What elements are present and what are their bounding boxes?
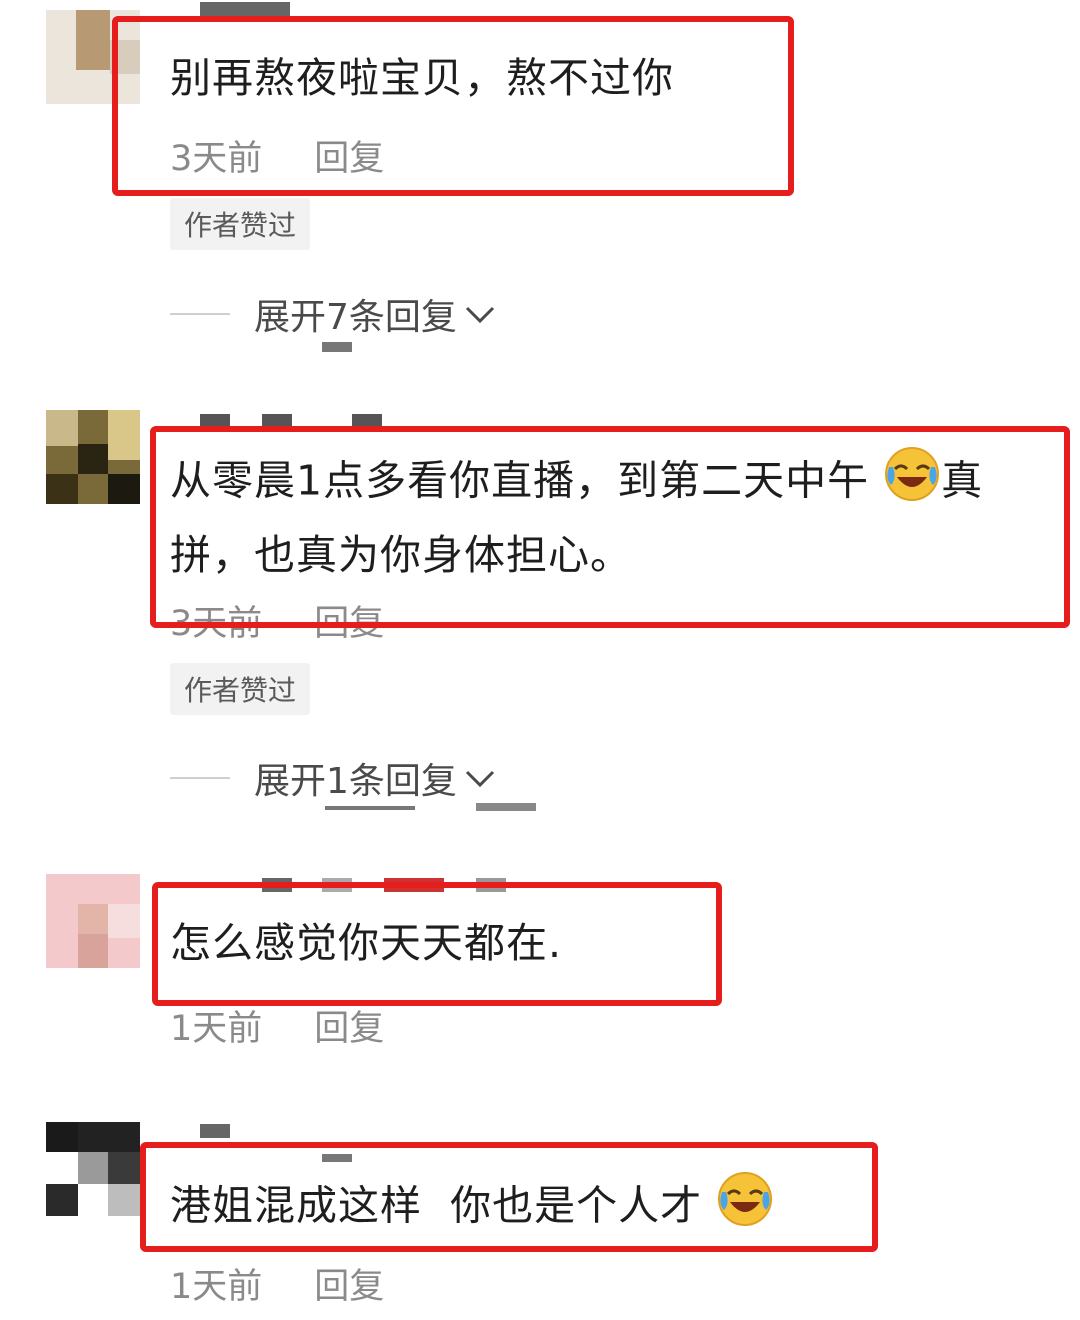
- username-blurred: [262, 414, 292, 428]
- comment-meta: 3天前 回复: [170, 595, 384, 646]
- timestamp: 1天前: [170, 1267, 263, 1307]
- username-blurred: [262, 878, 292, 892]
- divider-line: [170, 313, 230, 315]
- laughing-crying-emoji-icon: [716, 1170, 774, 1247]
- comment-text-line1: 从零晨1点多看你直播，到第二天中午: [170, 456, 870, 505]
- timestamp: 3天前: [170, 604, 263, 644]
- author-liked-badge: 作者赞过: [170, 663, 311, 715]
- comment-meta: 1天前 回复: [170, 1258, 384, 1309]
- timestamp: 3天前: [170, 139, 263, 179]
- laughing-crying-emoji-icon: [883, 445, 941, 522]
- reply-button[interactable]: 回复: [314, 139, 384, 179]
- expand-replies-button[interactable]: 展开1条回复: [170, 752, 497, 804]
- blur-mark: [322, 342, 352, 352]
- username-blurred: [476, 878, 506, 892]
- blur-mark: [325, 806, 415, 810]
- avatar[interactable]: [46, 874, 140, 968]
- avatar[interactable]: [46, 1122, 140, 1216]
- avatar[interactable]: [46, 10, 140, 104]
- expand-replies-button[interactable]: 展开7条回复: [170, 288, 497, 340]
- comment-text: 怎么感觉你天天都在.: [170, 919, 563, 967]
- chevron-down-icon: [463, 758, 497, 799]
- username-blurred: [322, 878, 352, 892]
- blur-mark: [476, 803, 536, 811]
- comment-meta: 3天前 回复: [170, 130, 384, 181]
- expand-replies-label: 展开7条回复: [254, 297, 457, 338]
- username-blurred: [352, 414, 382, 428]
- reply-button[interactable]: 回复: [314, 604, 384, 644]
- timestamp: 1天前: [170, 1009, 263, 1049]
- comment-text: 港姐混成这样 你也是个人才: [170, 1170, 774, 1247]
- comment-text: 别再熬夜啦宝贝，熬不过你: [170, 54, 674, 102]
- username-blurred: [200, 414, 230, 428]
- username-blurred: [200, 2, 290, 16]
- comment-text: 从零晨1点多看你直播，到第二天中午 真 拼，也真为你身体担心。: [170, 445, 1070, 588]
- comment-meta: 1天前 回复: [170, 1000, 384, 1051]
- comment-text-line2: 拼，也真为你身体担心。: [170, 531, 632, 579]
- avatar[interactable]: [46, 410, 140, 504]
- username-blurred: [384, 878, 444, 892]
- divider-line: [170, 777, 230, 779]
- chevron-down-icon: [463, 294, 497, 335]
- author-liked-badge: 作者赞过: [170, 198, 311, 250]
- reply-button[interactable]: 回复: [314, 1009, 384, 1049]
- expand-replies-label: 展开1条回复: [254, 761, 457, 802]
- reply-button[interactable]: 回复: [314, 1267, 384, 1307]
- username-blurred: [322, 1154, 352, 1162]
- comment-text-body: 港姐混成这样 你也是个人才: [170, 1181, 703, 1230]
- username-blurred: [200, 1124, 230, 1138]
- comment-text-line1-end: 真: [941, 456, 984, 505]
